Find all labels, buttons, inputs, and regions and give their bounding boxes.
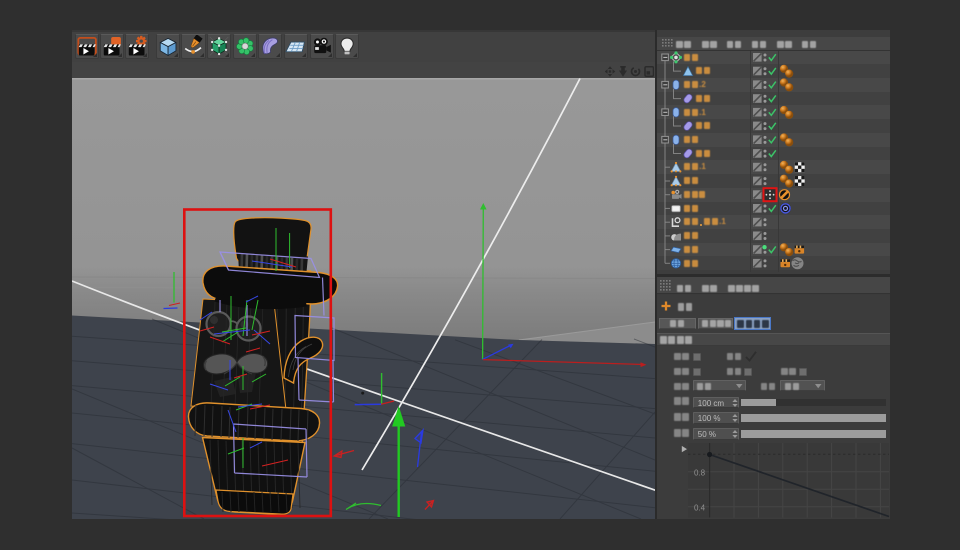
svg-text:0.4: 0.4 xyxy=(694,504,706,513)
svg-text:0.8: 0.8 xyxy=(694,469,706,478)
